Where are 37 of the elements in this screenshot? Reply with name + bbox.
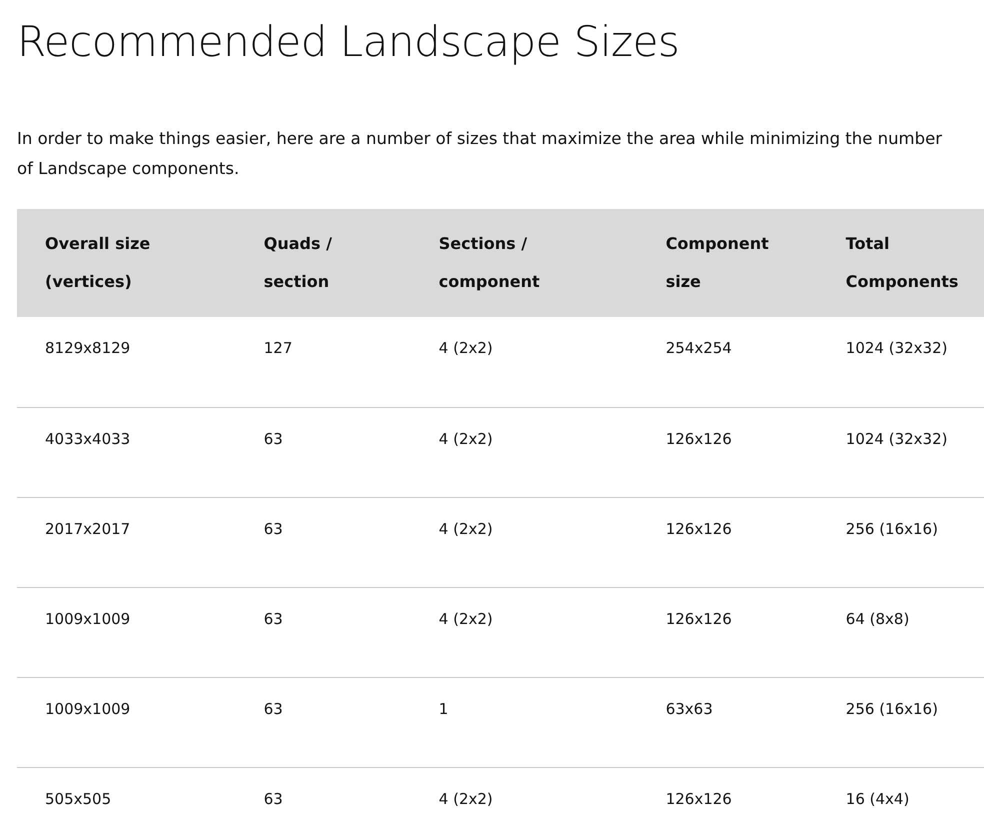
table-cell: 1024 (32x32) [846, 339, 948, 357]
page-title: Recommended Landscape Sizes [17, 16, 680, 68]
table-cell: 4 (2x2) [438, 520, 493, 538]
table-cell: 1024 (32x32) [846, 430, 948, 448]
table-cell: 4 (2x2) [438, 610, 493, 628]
table-cell: 127 [264, 339, 292, 357]
table-cell: 63x63 [666, 700, 713, 718]
table-cell: 1009x1009 [45, 610, 130, 628]
table-cell: 256 (16x16) [846, 520, 938, 538]
table-cell: 63 [264, 430, 283, 448]
intro-paragraph: In order to make things easier, here are a number of sizes that maximize the area while minimizing the number of Landscape components. [17, 128, 944, 180]
table-cell: 254x254 [666, 339, 732, 357]
table-cell: 4 (2x2) [438, 430, 493, 448]
table-cell: 4 (2x2) [438, 790, 493, 808]
column-header: Quads / section [236, 209, 411, 317]
column-header: Total Components [818, 209, 984, 317]
table-cell: 505x505 [45, 790, 112, 808]
table-cell: 8129x8129 [45, 339, 130, 357]
table-cell: 126x126 [666, 790, 732, 808]
table-cell: 16 (4x4) [846, 790, 910, 808]
table-cell: 126x126 [666, 520, 732, 538]
column-header: Sections / component [410, 209, 638, 317]
table-cell: 2017x2017 [45, 520, 130, 538]
table-cell: 1009x1009 [45, 700, 130, 718]
table-cell: 4 (2x2) [438, 339, 493, 357]
table-cell: 1 [438, 700, 448, 718]
table-cell: 63 [264, 520, 283, 538]
table-cell: 126x126 [666, 610, 732, 628]
table-cell: 4033x4033 [45, 430, 130, 448]
table-cell: 63 [264, 790, 283, 808]
table-cell: 256 (16x16) [846, 700, 938, 718]
column-header: Overall size (vertices) [17, 209, 236, 317]
table-cell: 126x126 [666, 430, 732, 448]
column-header: Component size [638, 209, 818, 317]
table-cell: 64 (8x8) [846, 610, 910, 628]
table-cell: 63 [264, 610, 283, 628]
table-cell: 63 [264, 700, 283, 718]
